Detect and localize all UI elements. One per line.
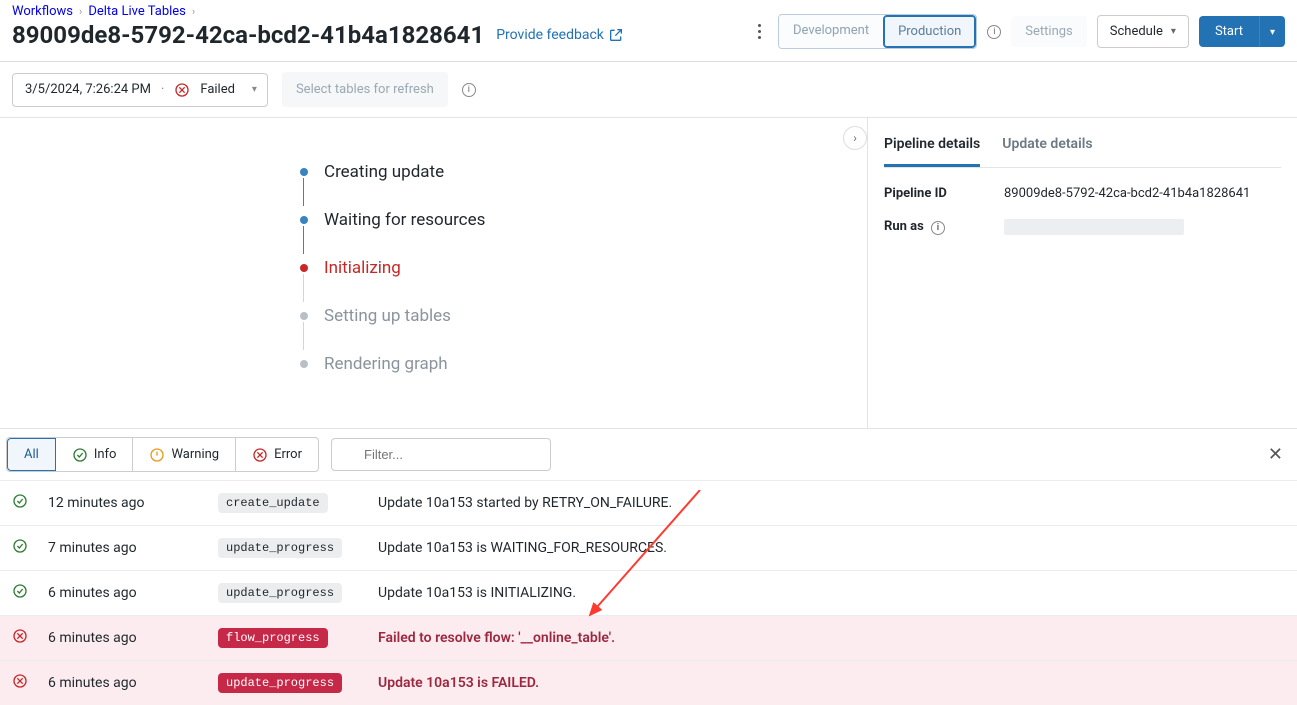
- log-tag: update_progress: [208, 661, 368, 705]
- log-time: 6 minutes ago: [38, 661, 208, 705]
- log-filter-input[interactable]: [331, 438, 551, 471]
- chevron-down-icon: ▾: [1171, 26, 1176, 37]
- run-status: Failed: [200, 82, 235, 97]
- step-bullet: [300, 312, 308, 320]
- log-status-icon: [0, 616, 38, 661]
- run-selector[interactable]: 3/5/2024, 7:26:24 PM · Failed ▾: [12, 73, 268, 107]
- step-bullet: [300, 360, 308, 368]
- pipeline-step: Rendering graph: [300, 340, 827, 388]
- log-row[interactable]: 7 minutes agoupdate_progressUpdate 10a15…: [0, 526, 1297, 571]
- filter-info[interactable]: Info: [56, 438, 134, 471]
- step-bullet: [300, 264, 308, 272]
- external-link-icon: [608, 27, 624, 43]
- log-tag: update_progress: [208, 571, 368, 616]
- pipeline-step: Creating update: [300, 148, 827, 196]
- env-segmented-control: Development Production: [778, 14, 977, 49]
- run-as-label: Run as i: [884, 219, 980, 235]
- run-as-value-redacted: [1004, 219, 1184, 235]
- filter-all[interactable]: All: [7, 438, 56, 471]
- pipeline-step: Initializing: [300, 244, 827, 292]
- check-circle-icon: [72, 447, 88, 463]
- log-time: 7 minutes ago: [38, 526, 208, 571]
- step-label: Initializing: [324, 258, 401, 278]
- log-time: 12 minutes ago: [38, 481, 208, 526]
- step-label: Rendering graph: [324, 354, 448, 374]
- provide-feedback-link[interactable]: Provide feedback: [496, 27, 624, 43]
- start-button[interactable]: Start: [1199, 16, 1259, 47]
- settings-button[interactable]: Settings: [1011, 16, 1086, 47]
- tab-pipeline-details[interactable]: Pipeline details: [884, 132, 980, 167]
- select-tables-refresh: Select tables for refresh: [282, 72, 448, 107]
- info-icon[interactable]: i: [462, 83, 476, 97]
- step-label: Waiting for resources: [324, 210, 485, 230]
- close-log-panel[interactable]: ✕: [1260, 444, 1291, 465]
- failed-icon: [174, 82, 190, 98]
- step-label: Creating update: [324, 162, 444, 182]
- log-status-icon: [0, 526, 38, 571]
- chevron-down-icon: ▾: [252, 84, 257, 95]
- log-message: Update 10a153 is WAITING_FOR_RESOURCES.: [368, 526, 1297, 571]
- filter-warning[interactable]: Warning: [133, 438, 236, 471]
- step-label: Setting up tables: [324, 306, 451, 326]
- log-row[interactable]: 6 minutes agoupdate_progressUpdate 10a15…: [0, 661, 1297, 705]
- feedback-label: Provide feedback: [496, 27, 604, 43]
- log-status-icon: [0, 481, 38, 526]
- collapse-panel-button[interactable]: ›: [843, 126, 867, 150]
- step-bullet: [300, 216, 308, 224]
- start-dropdown-button[interactable]: ▾: [1259, 16, 1285, 47]
- log-status-icon: [0, 571, 38, 616]
- log-row[interactable]: 6 minutes agoupdate_progressUpdate 10a15…: [0, 571, 1297, 616]
- log-time: 6 minutes ago: [38, 571, 208, 616]
- error-icon: [252, 447, 268, 463]
- breadcrumb-workflows[interactable]: Workflows: [12, 4, 73, 19]
- log-time: 6 minutes ago: [38, 616, 208, 661]
- log-tag: create_update: [208, 481, 368, 526]
- development-tab[interactable]: Development: [779, 15, 883, 48]
- info-icon[interactable]: i: [987, 25, 1001, 39]
- filter-error[interactable]: Error: [236, 438, 318, 471]
- log-row[interactable]: 12 minutes agocreate_updateUpdate 10a153…: [0, 481, 1297, 526]
- schedule-label: Schedule: [1110, 24, 1163, 39]
- details-panel: Pipeline details Update details Pipeline…: [867, 118, 1297, 428]
- pipeline-step: Setting up tables: [300, 292, 827, 340]
- run-timestamp: 3/5/2024, 7:26:24 PM: [25, 82, 151, 97]
- pipeline-id-value: 89009de8-5792-42ca-bcd2-41b4a1828641: [1004, 186, 1250, 201]
- log-message: Update 10a153 started by RETRY_ON_FAILUR…: [368, 481, 1297, 526]
- more-menu-button[interactable]: [750, 20, 768, 43]
- log-status-icon: [0, 661, 38, 705]
- step-bullet: [300, 168, 308, 176]
- breadcrumb-dlt[interactable]: Delta Live Tables: [88, 4, 186, 19]
- chevron-down-icon: ▾: [1270, 27, 1275, 38]
- info-icon[interactable]: i: [931, 221, 945, 235]
- chevron-right-icon: ›: [79, 5, 82, 18]
- pipeline-step: Waiting for resources: [300, 196, 827, 244]
- log-message: Update 10a153 is FAILED.: [368, 661, 1297, 705]
- log-message: Update 10a153 is INITIALIZING.: [368, 571, 1297, 616]
- log-tag: update_progress: [208, 526, 368, 571]
- warning-icon: [149, 447, 165, 463]
- chevron-right-icon: ›: [192, 5, 195, 18]
- breadcrumb: Workflows › Delta Live Tables ›: [12, 4, 624, 19]
- pipeline-id-label: Pipeline ID: [884, 186, 980, 201]
- tab-update-details[interactable]: Update details: [1002, 132, 1092, 167]
- pipeline-canvas: Creating update Waiting for resources Init…: [0, 118, 867, 428]
- log-message: Failed to resolve flow: '__online_table'…: [368, 616, 1297, 661]
- log-tag: flow_progress: [208, 616, 368, 661]
- log-table: 12 minutes agocreate_updateUpdate 10a153…: [0, 480, 1297, 705]
- schedule-button[interactable]: Schedule ▾: [1097, 15, 1189, 48]
- log-row[interactable]: 6 minutes agoflow_progressFailed to reso…: [0, 616, 1297, 661]
- production-tab[interactable]: Production: [883, 15, 976, 48]
- page-title: 89009de8-5792-42ca-bcd2-41b4a1828641: [12, 21, 484, 49]
